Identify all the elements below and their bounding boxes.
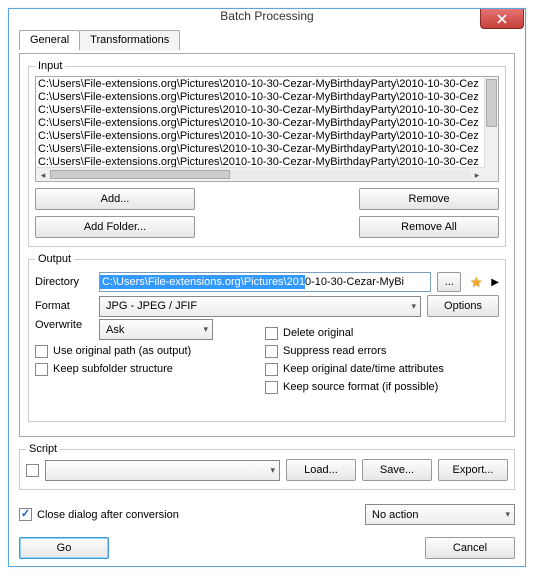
cancel-button[interactable]: Cancel <box>425 537 515 559</box>
overwrite-label: Overwrite <box>35 319 93 331</box>
window-title: Batch Processing <box>220 9 313 23</box>
input-listbox[interactable]: C:\Users\File-extensions.org\Pictures\20… <box>35 76 499 182</box>
list-item[interactable]: C:\Users\File-extensions.org\Pictures\20… <box>38 104 482 117</box>
tab-panel-general: Input C:\Users\File-extensions.org\Pictu… <box>19 53 515 437</box>
script-group: Script Load... Save... Export... <box>19 443 515 490</box>
checkbox-icon <box>265 327 278 340</box>
browse-button[interactable]: ... <box>437 272 461 292</box>
close-button[interactable] <box>480 9 524 29</box>
overwrite-value: Ask <box>106 324 124 336</box>
scrollbar-corner <box>484 167 498 181</box>
checkbox-icon <box>35 345 48 358</box>
list-item[interactable]: C:\Users\File-extensions.org\Pictures\20… <box>38 117 482 130</box>
directory-label: Directory <box>35 276 93 288</box>
scroll-right-icon[interactable]: ▸ <box>470 168 484 182</box>
add-folder-button[interactable]: Add Folder... <box>35 216 195 238</box>
star-icon: ★ <box>470 275 483 289</box>
scrollbar-thumb[interactable] <box>50 170 230 179</box>
use-original-path-checkbox[interactable]: Use original path (as output) <box>35 343 265 359</box>
go-button[interactable]: Go <box>19 537 109 559</box>
keep-source-format-checkbox[interactable]: Keep source format (if possible) <box>265 379 499 395</box>
tab-general[interactable]: General <box>19 30 80 50</box>
tabs-header: General Transformations <box>19 30 515 50</box>
suppress-errors-checkbox[interactable]: Suppress read errors <box>265 343 499 359</box>
directory-rest-text: 0-10-30-Cezar-MyBi <box>305 275 404 289</box>
keep-date-checkbox[interactable]: Keep original date/time attributes <box>265 361 499 377</box>
input-list-content: C:\Users\File-extensions.org\Pictures\20… <box>36 77 484 167</box>
close-icon <box>497 14 507 24</box>
tab-transformations[interactable]: Transformations <box>79 30 180 50</box>
keep-subfolder-checkbox[interactable]: Keep subfolder structure <box>35 361 265 377</box>
options-button[interactable]: Options <box>427 295 499 317</box>
input-group: Input C:\Users\File-extensions.org\Pictu… <box>28 60 506 247</box>
script-enable-checkbox[interactable] <box>26 462 39 478</box>
directory-selected-text: C:\Users\File-extensions.org\Pictures\20… <box>100 275 305 289</box>
scrollbar-thumb[interactable] <box>486 79 497 127</box>
output-legend: Output <box>35 253 74 265</box>
format-value: JPG - JPEG / JFIF <box>106 300 197 312</box>
remove-button[interactable]: Remove <box>359 188 499 210</box>
dropdown-arrow-icon[interactable]: ▶ <box>491 277 499 288</box>
favorite-button[interactable]: ★ <box>467 272 485 292</box>
checkbox-icon <box>265 363 278 376</box>
export-button[interactable]: Export... <box>438 459 508 481</box>
post-action-value: No action <box>372 509 418 521</box>
list-item[interactable]: C:\Users\File-extensions.org\Pictures\20… <box>38 156 482 167</box>
remove-all-button[interactable]: Remove All <box>359 216 499 238</box>
directory-input[interactable]: C:\Users\File-extensions.org\Pictures\20… <box>99 272 431 292</box>
delete-original-checkbox[interactable]: Delete original <box>265 325 499 341</box>
checkbox-icon <box>26 464 39 477</box>
script-combo[interactable] <box>45 460 280 481</box>
scroll-left-icon[interactable]: ◂ <box>36 168 50 182</box>
script-legend: Script <box>26 443 60 455</box>
format-combo[interactable]: JPG - JPEG / JFIF <box>99 296 421 317</box>
list-item[interactable]: C:\Users\File-extensions.org\Pictures\20… <box>38 130 482 143</box>
checkbox-icon <box>35 363 48 376</box>
vertical-scrollbar[interactable] <box>484 77 498 167</box>
list-item[interactable]: C:\Users\File-extensions.org\Pictures\20… <box>38 78 482 91</box>
load-button[interactable]: Load... <box>286 459 356 481</box>
checkbox-checked-icon <box>19 508 32 521</box>
titlebar: Batch Processing <box>9 9 525 23</box>
output-group: Output Directory C:\Users\File-extension… <box>28 253 506 422</box>
checkbox-icon <box>265 345 278 358</box>
close-dialog-checkbox[interactable]: Close dialog after conversion <box>19 507 179 523</box>
checkbox-icon <box>265 381 278 394</box>
post-action-combo[interactable]: No action <box>365 504 515 525</box>
overwrite-combo[interactable]: Ask <box>99 319 213 340</box>
list-item[interactable]: C:\Users\File-extensions.org\Pictures\20… <box>38 91 482 104</box>
batch-processing-dialog: Batch Processing General Transformations… <box>8 8 526 567</box>
save-button[interactable]: Save... <box>362 459 432 481</box>
list-item[interactable]: C:\Users\File-extensions.org\Pictures\20… <box>38 143 482 156</box>
format-label: Format <box>35 300 93 312</box>
add-button[interactable]: Add... <box>35 188 195 210</box>
input-legend: Input <box>35 60 65 72</box>
horizontal-scrollbar[interactable]: ◂ ▸ <box>36 167 484 181</box>
